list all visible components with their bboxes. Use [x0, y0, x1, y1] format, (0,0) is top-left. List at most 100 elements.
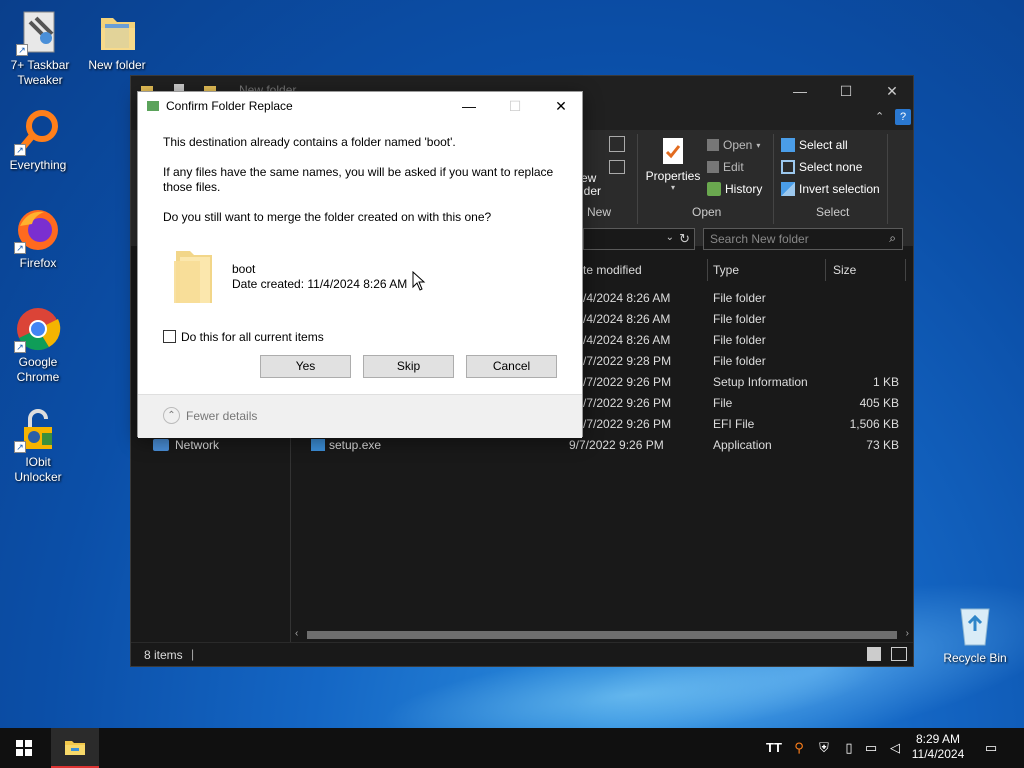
cancel-button[interactable]: Cancel: [466, 355, 557, 378]
ribbon-group-select-label: Select: [816, 205, 850, 219]
collapse-ribbon-icon[interactable]: ⌃: [875, 110, 884, 123]
address-bar[interactable]: ⌄ ↻: [583, 228, 695, 250]
fewer-details-button[interactable]: ⌃ Fewer details: [163, 407, 257, 424]
desktop-icon-label: Recycle Bin: [943, 651, 1007, 665]
chevron-down-icon[interactable]: ⌄: [666, 232, 674, 243]
network-icon: [153, 439, 169, 451]
column-type[interactable]: Type: [713, 263, 739, 277]
desktop-icon-firefox[interactable]: ↗ Firefox: [0, 206, 76, 271]
folder-preview: [170, 247, 218, 310]
network-tray-icon[interactable]: ▭: [862, 739, 880, 757]
column-date-modified[interactable]: te modified: [583, 263, 642, 277]
volume-muted-icon[interactable]: ◁: [886, 739, 904, 757]
desktop-icon-7-taskbar-tweaker[interactable]: ↗ 7+ Taskbar Tweaker: [2, 8, 78, 88]
desktop-icon-new-folder[interactable]: New folder: [79, 8, 155, 73]
edit-icon: [707, 161, 719, 173]
usb-device-icon[interactable]: ▯: [840, 739, 858, 757]
desktop-icon-iobit-unlocker[interactable]: ↗ IObit Unlocker: [0, 405, 76, 485]
desktop-icon-label: IObit Unlocker: [14, 455, 62, 484]
file-explorer-icon: [65, 741, 85, 755]
open-button[interactable]: Open ▾: [707, 138, 760, 152]
edit-button[interactable]: Edit: [707, 160, 744, 174]
refresh-icon[interactable]: ↻: [679, 231, 690, 247]
large-icons-view-icon[interactable]: [891, 647, 907, 661]
desktop-icon-everything[interactable]: ↗ Everything: [0, 108, 76, 173]
dialog-message-3: Do you still want to merge the folder cr…: [163, 210, 492, 224]
invert-selection-icon: [781, 182, 795, 196]
apply-to-all-label[interactable]: Do this for all current items: [181, 330, 324, 345]
select-none-icon: [781, 160, 795, 174]
dialog-close-button[interactable]: ✕: [538, 92, 584, 120]
dialog-title: Confirm Folder Replace: [166, 99, 293, 113]
ribbon-group-new-label: New: [587, 205, 612, 219]
open-icon: [707, 139, 719, 151]
scroll-left-icon[interactable]: ‹: [295, 628, 298, 639]
ribbon-separator: [773, 134, 774, 224]
search-icon: ⌕: [889, 231, 896, 245]
taskbar: TT ⚲ ⛨ ▯ ▭ ◁ 8:29 AM 11/4/2024 ▭: [0, 728, 1024, 768]
desktop-icon-recycle-bin[interactable]: Recycle Bin: [937, 601, 1013, 666]
close-button[interactable]: ✕: [869, 76, 915, 106]
desktop-icon-google-chrome[interactable]: ↗ Google Chrome: [0, 305, 76, 385]
security-shield-icon[interactable]: ⛨: [815, 739, 833, 757]
scrollbar-thumb[interactable]: [307, 631, 897, 639]
maximize-button[interactable]: ☐: [823, 76, 869, 106]
ribbon-separator: [887, 134, 888, 224]
folder-date-created: Date created: 11/4/2024 8:26 AM: [232, 277, 408, 291]
scroll-right-icon[interactable]: ›: [906, 628, 909, 639]
select-all-icon: [781, 138, 795, 152]
help-icon[interactable]: ?: [895, 109, 911, 125]
new-folder-fragment[interactable]: ew lder: [581, 172, 601, 198]
dialog-maximize-button: ☐: [508, 98, 522, 114]
firefox-icon: ↗: [14, 206, 62, 254]
properties-button[interactable]: Properties ▾: [643, 136, 703, 192]
status-bar: 8 items |: [131, 642, 913, 666]
language-bar-icon[interactable]: TT: [765, 739, 783, 757]
folder-icon: [93, 8, 141, 56]
minimize-button[interactable]: —: [777, 76, 823, 106]
chevron-up-icon: ⌃: [163, 407, 180, 424]
column-size[interactable]: Size: [833, 263, 856, 277]
application-icon: [311, 439, 325, 451]
file-row[interactable]: setup.exe 9/7/2022 9:26 PM Application 7…: [291, 435, 913, 456]
apply-to-all-checkbox[interactable]: [163, 330, 176, 343]
skip-button[interactable]: Skip: [363, 355, 454, 378]
properties-icon: [663, 138, 683, 164]
ribbon-separator: [637, 134, 638, 224]
folder-icon: [174, 251, 212, 303]
dialog-minimize-button[interactable]: —: [446, 92, 492, 120]
start-button[interactable]: [0, 728, 48, 768]
item-count: 8 items: [144, 648, 183, 662]
properties-label: Properties: [645, 169, 701, 183]
desktop-icon-label: 7+ Taskbar Tweaker: [10, 58, 70, 87]
clock[interactable]: 8:29 AM 11/4/2024: [910, 732, 966, 762]
select-all-button[interactable]: Select all: [781, 138, 848, 152]
dialog-message-2b: those files.: [163, 180, 221, 194]
history-icon: [707, 182, 721, 196]
details-view-icon[interactable]: [867, 647, 881, 661]
desktop-icon-label: Everything: [9, 158, 67, 172]
yes-button[interactable]: Yes: [260, 355, 351, 378]
folder-name: boot: [232, 262, 256, 276]
search-input[interactable]: Search New folder ⌕: [703, 228, 903, 250]
ribbon-group-open-label: Open: [692, 205, 722, 219]
invert-selection-button[interactable]: Invert selection: [781, 182, 880, 196]
confirm-folder-replace-dialog[interactable]: Confirm Folder Replace — ☐ ✕ This destin…: [137, 91, 584, 438]
everything-search-icon: ↗: [14, 108, 62, 156]
notifications-icon[interactable]: ▭: [982, 739, 1000, 757]
desktop-icon-label: Firefox: [19, 256, 57, 270]
history-button[interactable]: History: [707, 182, 762, 196]
copy-path-icon[interactable]: [609, 136, 625, 152]
horizontal-scrollbar[interactable]: ‹ ›: [291, 628, 913, 642]
new-item-icon[interactable]: [609, 160, 625, 174]
taskbar-file-explorer[interactable]: [51, 728, 99, 768]
nav-item-network[interactable]: Network: [153, 438, 219, 452]
dialog-message-1: This destination already contains a fold…: [163, 135, 456, 149]
everything-tray-icon[interactable]: ⚲: [790, 739, 808, 757]
windows-logo-icon: [16, 740, 32, 756]
select-none-button[interactable]: Select none: [781, 160, 862, 174]
mouse-cursor-icon: [412, 271, 426, 291]
taskbar-tweaker-icon: ↗: [16, 8, 64, 56]
clock-time: 8:29 AM: [915, 732, 961, 746]
dialog-app-icon: [147, 101, 159, 111]
